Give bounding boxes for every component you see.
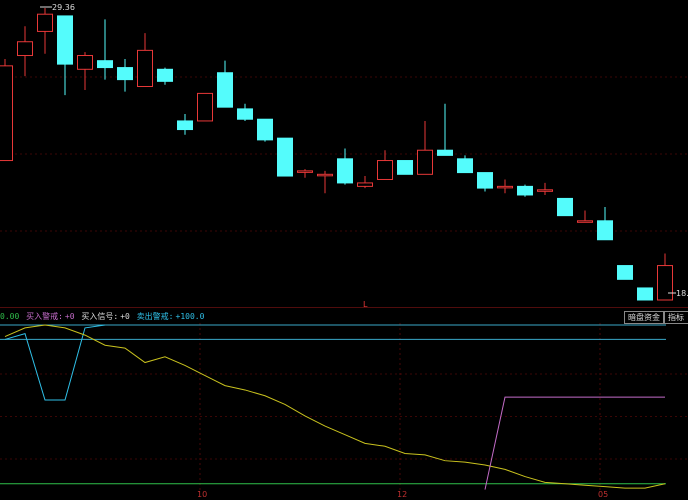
reference-lines — [0, 324, 666, 485]
candle — [77, 52, 93, 90]
candle — [417, 120, 433, 175]
indicator-series-line — [4, 324, 666, 489]
marker-label: L — [363, 300, 368, 308]
candle — [17, 26, 33, 77]
main-grid — [0, 76, 688, 308]
candle — [177, 114, 193, 135]
indicator-chart[interactable] — [0, 323, 688, 493]
x-tick-label: 10 — [197, 490, 208, 499]
candle — [557, 197, 573, 217]
candlestick-chart[interactable]: 29.36 18.3 L — [0, 0, 688, 308]
buy-warning-label: 买入警戒: — [26, 312, 63, 321]
price-annotations: 29.36 18.3 L — [40, 3, 688, 308]
buy-signal-value: +0 — [120, 312, 130, 321]
candle — [97, 19, 113, 80]
indicator-series — [4, 324, 666, 490]
candle — [257, 118, 273, 142]
candle — [37, 8, 53, 54]
candle — [497, 179, 513, 194]
indicator-series-line — [484, 396, 665, 490]
candle — [0, 58, 13, 162]
indicator-value-bar: 0.00 买入警戒: +0 买入信号: +0 卖出警戒: +100.0 — [0, 310, 688, 323]
x-tick-label: 05 — [598, 490, 609, 499]
x-tick-label: 12 — [397, 490, 408, 499]
candle — [117, 58, 133, 92]
candle — [217, 60, 233, 108]
candle — [397, 160, 413, 175]
candle — [457, 155, 473, 174]
candle — [517, 184, 533, 197]
buy-warning-value: +0 — [64, 312, 75, 321]
indicator-series-line — [4, 324, 106, 401]
candle — [377, 150, 393, 180]
candle — [57, 15, 73, 96]
candle — [137, 33, 153, 88]
sell-warning-value: +100.0 — [175, 312, 205, 321]
candle — [237, 103, 253, 121]
indicator-value0: 0.00 — [0, 312, 20, 321]
candle — [317, 170, 333, 194]
candle — [537, 182, 553, 195]
candle — [437, 103, 453, 156]
candle — [637, 287, 653, 301]
x-axis: 10 12 05 — [0, 490, 688, 500]
candle — [477, 172, 493, 192]
candle — [617, 265, 633, 280]
candle — [577, 210, 593, 223]
candle — [197, 92, 213, 122]
candle — [297, 169, 313, 178]
high-price-label: 29.36 — [52, 3, 75, 12]
low-price-label: 18.3 — [676, 289, 688, 298]
candle — [277, 137, 293, 177]
candle — [597, 207, 613, 241]
sub-grid — [0, 323, 688, 493]
candle — [357, 176, 373, 189]
sell-warning-label: 卖出警戒: — [136, 312, 174, 321]
candle — [157, 67, 173, 85]
buy-signal-label: 买入信号: — [81, 312, 119, 321]
